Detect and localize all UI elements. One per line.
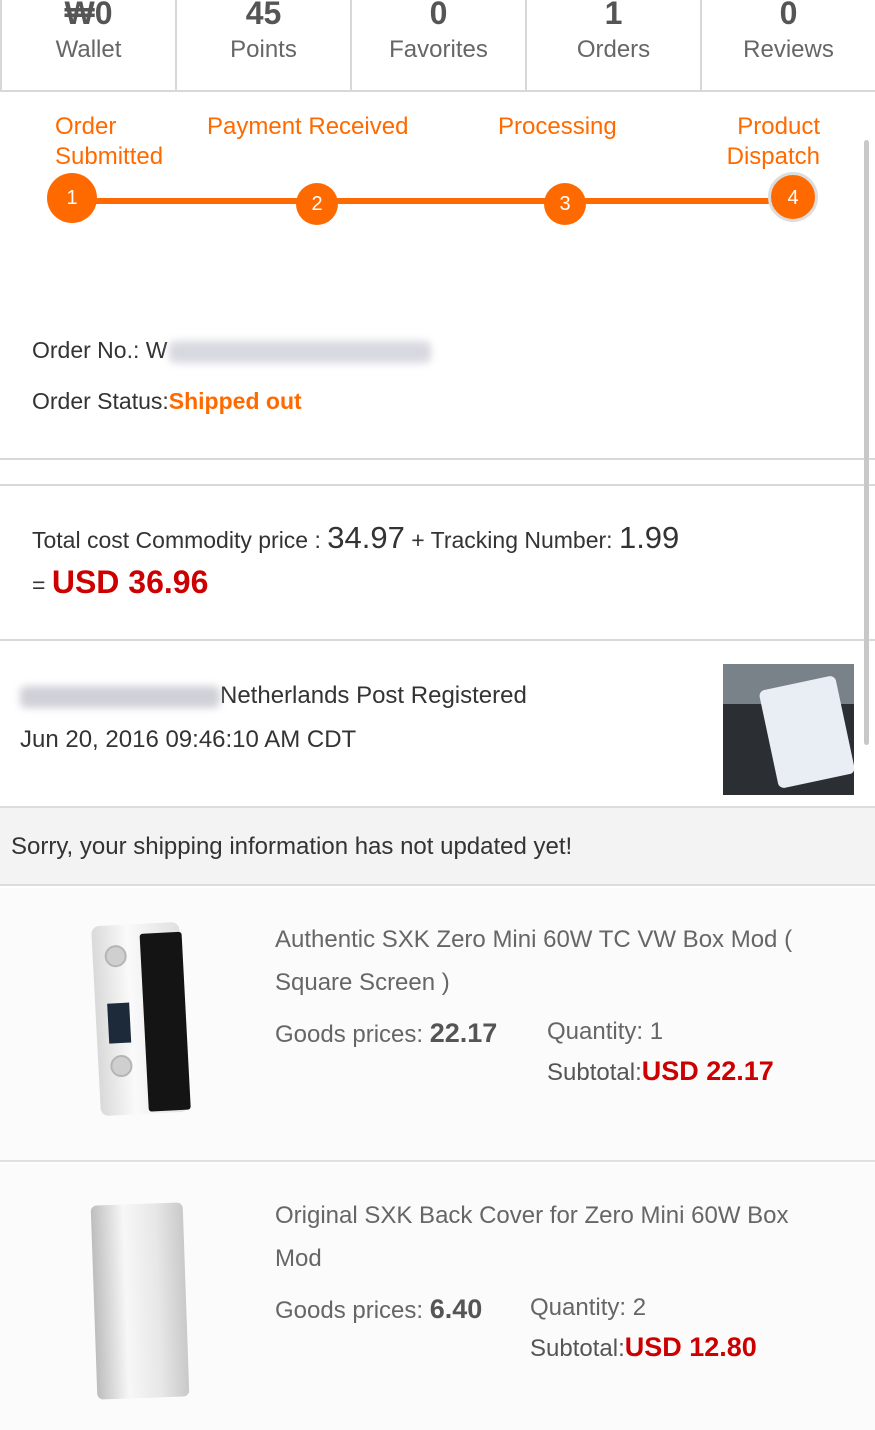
stat-label: Reviews <box>743 36 834 63</box>
equals-sign: = <box>32 572 52 598</box>
order-number-prefix: W <box>145 337 168 363</box>
goods-price-row: Goods prices: 6.40 <box>275 1294 482 1325</box>
tracking-cost: 1.99 <box>618 520 680 555</box>
account-stats-bar: ₩0 Wallet 45 Points 0 Favorites 1 Orders… <box>0 0 875 92</box>
order-status-value: Shipped out <box>168 388 302 414</box>
product-item[interactable]: Original SXK Back Cover for Zero Mini 60… <box>0 1164 875 1430</box>
step-label-product-dispatch: Product Dispatch <box>726 113 820 170</box>
stat-value: ₩0 <box>64 0 113 31</box>
stat-label: Orders <box>576 36 651 63</box>
product-image[interactable] <box>88 1200 190 1400</box>
order-number-row: Order No.: W <box>32 337 432 364</box>
stat-wallet[interactable]: ₩0 Wallet <box>2 0 177 90</box>
step-dot-2: 2 <box>296 183 338 225</box>
stat-value: 45 <box>245 0 282 31</box>
order-number-redacted <box>169 340 432 363</box>
adjust-button-shape <box>109 1054 133 1078</box>
divider <box>0 458 875 460</box>
tracking-info[interactable]: Netherlands Post Registered Jun 20, 2016… <box>20 682 527 754</box>
screen-shape <box>107 1002 132 1044</box>
tracking-carrier: Netherlands Post Registered <box>220 682 527 709</box>
goods-price-value: 22.17 <box>429 1018 498 1048</box>
stat-label: Favorites <box>389 36 488 63</box>
step-dot-1: 1 <box>47 173 97 223</box>
product-title[interactable]: Authentic SXK Zero Mini 60W TC VW Box Mo… <box>275 918 835 1004</box>
goods-price-label: Goods prices: <box>275 1021 430 1048</box>
divider <box>0 484 875 486</box>
subtotal-label: Subtotal: <box>530 1335 625 1362</box>
order-status-label: Order Status: <box>32 388 169 414</box>
step-dot-3: 3 <box>544 183 586 225</box>
tracking-carrier-row: Netherlands Post Registered <box>20 682 527 710</box>
plus-sign: + <box>404 527 431 553</box>
fire-button-shape <box>104 944 128 968</box>
order-status-row: Order Status:Shipped out <box>32 388 302 415</box>
shipping-notice: Sorry, your shipping information has not… <box>0 806 875 886</box>
stat-value: 0 <box>779 0 798 31</box>
quantity: Quantity: 2 <box>530 1294 647 1321</box>
tracking-number-redacted <box>20 685 220 708</box>
product-item[interactable]: Authentic SXK Zero Mini 60W TC VW Box Mo… <box>0 888 875 1162</box>
stat-points[interactable]: 45 Points <box>177 0 352 90</box>
stat-label: Points <box>230 36 297 63</box>
total-sum: USD 36.96 <box>51 564 209 600</box>
stat-orders[interactable]: 1 Orders <box>527 0 702 90</box>
step-label-payment-received: Payment Received <box>207 113 409 140</box>
step-label-order-submitted: Order Submitted <box>55 113 164 170</box>
subtotal-row: Subtotal:USD 22.17 <box>547 1056 774 1087</box>
subtotal-label: Subtotal: <box>547 1059 642 1086</box>
product-title[interactable]: Original SXK Back Cover for Zero Mini 60… <box>275 1194 835 1280</box>
tracking-label: Tracking Number: <box>430 527 619 553</box>
order-number-label: Order No.: <box>32 337 146 363</box>
total-row: Total cost Commodity price : 34.97 + Tra… <box>32 520 852 556</box>
scrollbar[interactable] <box>864 140 869 745</box>
goods-price-row: Goods prices: 22.17 <box>275 1018 497 1049</box>
goods-price-value: 6.40 <box>429 1294 483 1324</box>
back-cover-shape <box>90 1202 190 1400</box>
order-progress: Order Submitted Payment Received Process… <box>0 92 875 462</box>
subtotal-value: USD 22.17 <box>641 1056 774 1086</box>
product-image[interactable] <box>90 918 191 1118</box>
step-label-processing: Processing <box>498 113 617 140</box>
quantity: Quantity: 1 <box>547 1018 664 1045</box>
stat-favorites[interactable]: 0 Favorites <box>352 0 527 90</box>
box-mod-body <box>91 921 191 1117</box>
order-total: Total cost Commodity price : 34.97 + Tra… <box>32 520 852 601</box>
total-sum-row: = USD 36.96 <box>32 564 852 601</box>
goods-price-label: Goods prices: <box>275 1297 430 1324</box>
stat-reviews[interactable]: 0 Reviews <box>702 0 875 90</box>
progress-line <box>72 198 794 204</box>
commodity-price: 34.97 <box>327 520 405 555</box>
black-panel-shape <box>139 931 191 1112</box>
package-photo[interactable] <box>723 664 854 795</box>
step-dot-4-current: 4 <box>768 172 818 222</box>
stat-label: Wallet <box>55 36 122 63</box>
subtotal-row: Subtotal:USD 12.80 <box>530 1332 757 1363</box>
stat-value: 1 <box>604 0 623 31</box>
tracking-time: Jun 20, 2016 09:46:10 AM CDT <box>20 726 357 753</box>
stat-value: 0 <box>429 0 448 31</box>
total-label: Total cost Commodity price : <box>32 527 328 553</box>
subtotal-value: USD 12.80 <box>624 1332 757 1362</box>
divider <box>0 639 875 641</box>
